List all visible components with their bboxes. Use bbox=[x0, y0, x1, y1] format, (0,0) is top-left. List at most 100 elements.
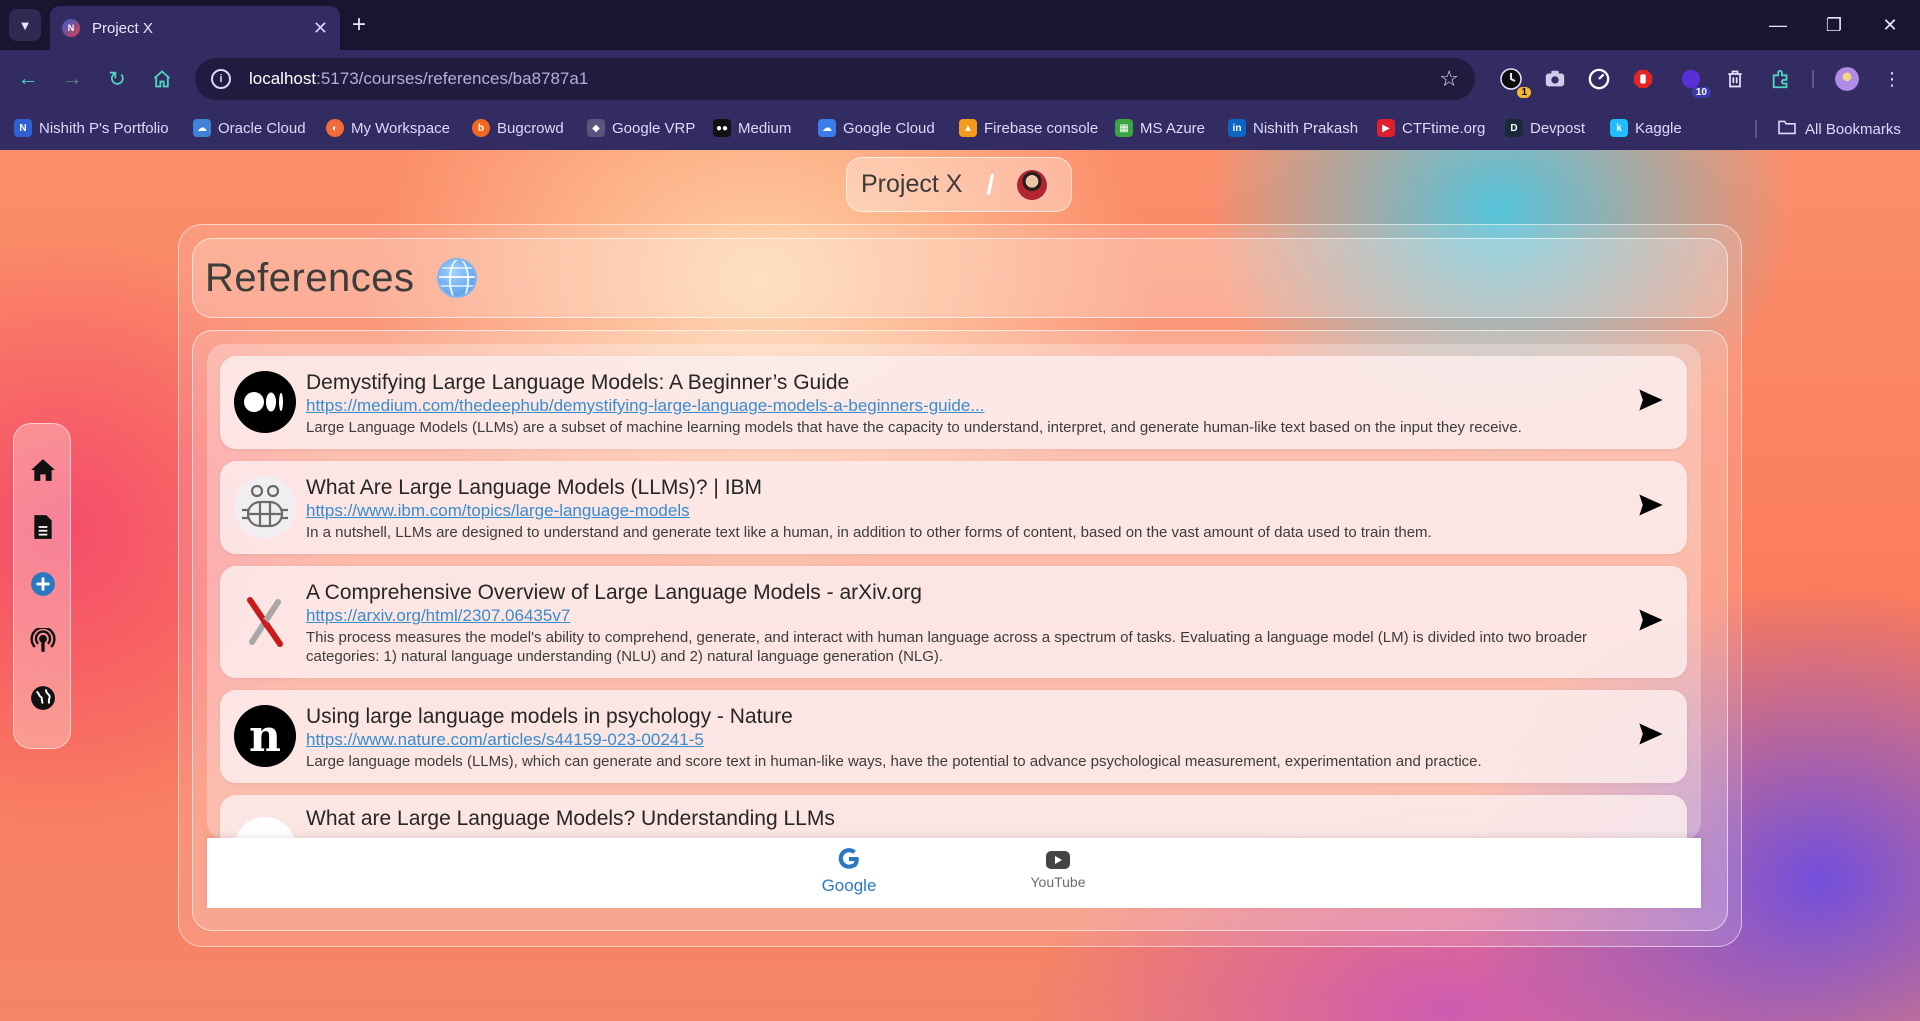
restore-window-icon[interactable]: ❐ bbox=[1806, 0, 1862, 50]
azure-icon: ▦ bbox=[1115, 119, 1133, 137]
reference-card[interactable]: A Comprehensive Overview of Large Langua… bbox=[220, 566, 1687, 678]
reference-card[interactable]: n Using large language models in psychol… bbox=[220, 690, 1687, 783]
reference-description: This process measures the model's abilit… bbox=[306, 629, 1588, 665]
puzzle-extension-icon[interactable] bbox=[1767, 65, 1795, 93]
extension-badge: 1 bbox=[1517, 87, 1531, 98]
browser-tab[interactable]: N Project X ✕ bbox=[50, 6, 340, 50]
bookmark-label: Firebase console bbox=[984, 119, 1099, 137]
close-window-icon[interactable]: ✕ bbox=[1862, 0, 1918, 50]
bookmark-label: Medium bbox=[738, 119, 792, 137]
bookmark-item[interactable]: D Devpost bbox=[1505, 119, 1585, 137]
search-source-tabs: Google YouTube bbox=[207, 838, 1701, 908]
bookmark-label: CTFtime.org bbox=[1402, 119, 1486, 137]
reference-title: A Comprehensive Overview of Large Langua… bbox=[306, 581, 922, 604]
home-browser-icon[interactable] bbox=[147, 64, 177, 94]
bookmark-label: Bugcrowd bbox=[497, 119, 564, 137]
send-icon[interactable] bbox=[1637, 720, 1665, 748]
profile-extension-icon[interactable]: 10 bbox=[1677, 65, 1711, 98]
bookmark-label: Kaggle bbox=[1635, 119, 1682, 137]
tab-google[interactable]: Google bbox=[789, 846, 909, 902]
bookmark-item[interactable]: in Nishith Prakash bbox=[1228, 119, 1358, 137]
reference-title: Using large language models in psycholog… bbox=[306, 705, 793, 728]
back-icon[interactable]: ← bbox=[13, 64, 43, 94]
site-info-icon[interactable]: i bbox=[211, 69, 231, 89]
reference-link[interactable]: https://www.nature.com/articles/s44159-0… bbox=[306, 730, 704, 750]
bookmark-item[interactable]: ◆ Google VRP bbox=[587, 119, 695, 137]
url-path: :5173/courses/references/ba8787a1 bbox=[316, 69, 589, 88]
bookmark-item[interactable]: ◐ My Workspace bbox=[326, 119, 450, 137]
arxiv-logo-icon bbox=[234, 591, 296, 653]
chevron-down-icon: ▼ bbox=[18, 17, 32, 33]
trash-extension-icon[interactable] bbox=[1721, 65, 1749, 93]
bookmark-item[interactable]: ▦ MS Azure bbox=[1115, 119, 1205, 137]
reference-card[interactable]: What are Large Language Models? Understa… bbox=[220, 795, 1687, 840]
bookmark-item[interactable]: ☁ Google Cloud bbox=[818, 119, 935, 137]
firebase-icon: ▲ bbox=[959, 119, 977, 137]
podcast-icon[interactable] bbox=[29, 627, 57, 655]
close-tab-icon[interactable]: ✕ bbox=[313, 18, 328, 39]
blank-logo-icon bbox=[234, 817, 296, 840]
reference-card[interactable]: What Are Large Language Models (LLMs)? |… bbox=[220, 461, 1687, 554]
bookmark-item[interactable]: ▶ CTFtime.org bbox=[1377, 119, 1485, 137]
bookmarks-separator bbox=[1755, 120, 1757, 138]
bookmark-label: Oracle Cloud bbox=[218, 119, 306, 137]
globe-icon[interactable] bbox=[29, 684, 57, 712]
page-title: References bbox=[205, 255, 415, 300]
bookmark-item[interactable]: N Nishith P's Portfolio bbox=[14, 119, 169, 137]
tab-title: Project X bbox=[92, 19, 153, 37]
reference-card[interactable]: Demystifying Large Language Models: A Be… bbox=[220, 356, 1687, 449]
reference-link[interactable]: https://arxiv.org/html/2307.06435v7 bbox=[306, 606, 570, 626]
bookmark-item[interactable]: ▲ Firebase console bbox=[959, 119, 1098, 137]
tab-youtube[interactable]: YouTube bbox=[998, 850, 1118, 906]
folder-icon bbox=[1777, 119, 1797, 139]
extension-badge: 10 bbox=[1691, 87, 1711, 98]
toolbar-separator bbox=[1812, 70, 1814, 88]
send-icon[interactable] bbox=[1637, 606, 1665, 634]
all-bookmarks-button[interactable]: All Bookmarks bbox=[1777, 119, 1901, 139]
bookmark-label: My Workspace bbox=[351, 119, 450, 137]
reference-link[interactable]: https://www.ibm.com/topics/large-languag… bbox=[306, 501, 690, 521]
reference-link[interactable]: https://medium.com/thedeephub/demystifyi… bbox=[306, 396, 984, 416]
references-list[interactable]: Demystifying Large Language Models: A Be… bbox=[207, 344, 1701, 840]
document-icon[interactable] bbox=[29, 513, 57, 541]
browser-tab-strip: ▼ N Project X ✕ + — ❐ ✕ bbox=[0, 0, 1920, 50]
tab-search-button[interactable]: ▼ bbox=[9, 9, 41, 41]
new-tab-button[interactable]: + bbox=[352, 10, 366, 40]
bookmark-star-icon[interactable]: ☆ bbox=[1439, 66, 1459, 92]
project-breadcrumb: Project X / bbox=[846, 157, 1072, 212]
minimize-window-icon[interactable]: — bbox=[1750, 0, 1806, 50]
user-avatar[interactable] bbox=[1016, 168, 1049, 201]
send-icon[interactable] bbox=[1637, 386, 1665, 414]
forward-icon[interactable]: → bbox=[57, 64, 87, 94]
menu-kebab-icon[interactable]: ⋮ bbox=[1878, 65, 1906, 93]
bookmark-item[interactable]: b Bugcrowd bbox=[472, 119, 564, 137]
reference-title: What are Large Language Models? Understa… bbox=[306, 807, 835, 830]
profile-avatar-icon[interactable] bbox=[1833, 65, 1861, 93]
reference-title: Demystifying Large Language Models: A Be… bbox=[306, 371, 850, 394]
speed-extension-icon[interactable] bbox=[1585, 65, 1613, 93]
tab-favicon-icon: N bbox=[62, 19, 80, 37]
reload-icon[interactable]: ↻ bbox=[102, 64, 132, 94]
kaggle-icon: k bbox=[1610, 119, 1628, 137]
cloud-icon: ☁ bbox=[193, 119, 211, 137]
camera-extension-icon[interactable] bbox=[1541, 65, 1569, 93]
address-bar[interactable]: i localhost:5173/courses/references/ba87… bbox=[195, 58, 1475, 100]
bookmark-item[interactable]: ☁ Oracle Cloud bbox=[193, 119, 306, 137]
linkedin-icon: in bbox=[1228, 119, 1246, 137]
browser-toolbar: ← → ↻ i localhost:5173/courses/reference… bbox=[0, 50, 1920, 108]
ctftime-icon: ▶ bbox=[1377, 119, 1395, 137]
plus-circle-icon[interactable] bbox=[29, 570, 57, 598]
bookmark-label: Google VRP bbox=[612, 119, 696, 137]
home-icon[interactable] bbox=[29, 456, 57, 484]
bookmark-item[interactable]: ●● Medium bbox=[713, 119, 791, 137]
bookmark-item[interactable]: k Kaggle bbox=[1610, 119, 1682, 137]
reference-description: Large Language Models (LLMs) are a subse… bbox=[306, 419, 1522, 436]
send-icon[interactable] bbox=[1637, 491, 1665, 519]
reference-description: Large language models (LLMs), which can … bbox=[306, 753, 1482, 770]
stop-extension-icon[interactable] bbox=[1629, 65, 1657, 93]
tab-label: YouTube bbox=[1030, 874, 1086, 890]
bugcrowd-icon: b bbox=[472, 119, 490, 137]
clock-extension-icon[interactable]: 1 bbox=[1497, 65, 1531, 98]
medium-icon: ●● bbox=[713, 119, 731, 137]
project-name[interactable]: Project X bbox=[861, 170, 962, 199]
